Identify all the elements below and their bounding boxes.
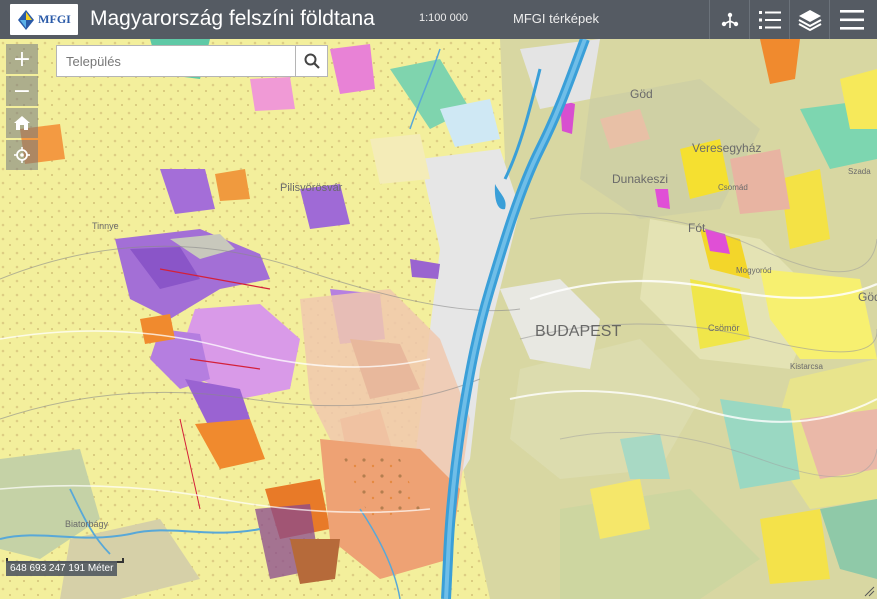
home-icon bbox=[14, 116, 30, 130]
map-controls: + − bbox=[6, 44, 38, 172]
resize-grip-icon[interactable] bbox=[863, 585, 875, 597]
legend-list-icon bbox=[759, 10, 781, 29]
zoom-out-button[interactable]: − bbox=[6, 76, 38, 106]
layers-button[interactable] bbox=[790, 0, 830, 39]
map-label-place: Szada bbox=[848, 167, 871, 176]
map-label-place: Fót bbox=[688, 221, 706, 235]
map-label-place: Kistarcsa bbox=[790, 362, 823, 371]
app-header: MFGI Magyarország felszíni földtana 1:10… bbox=[0, 0, 877, 39]
mfgi-maps-link[interactable]: MFGI térképek bbox=[513, 11, 599, 26]
search-input[interactable] bbox=[57, 46, 295, 76]
map-label-place: Csömör bbox=[708, 323, 740, 333]
home-button[interactable] bbox=[6, 108, 38, 138]
search-icon bbox=[304, 53, 320, 69]
locate-icon bbox=[14, 147, 30, 163]
map-label-place: Dunakeszi bbox=[612, 172, 668, 186]
map-label-place: Mogyoród bbox=[736, 266, 772, 275]
map-label-place: Veresegyház bbox=[692, 141, 761, 155]
map-label-place: Göd bbox=[630, 87, 653, 101]
share-button[interactable] bbox=[710, 0, 750, 39]
coordinates-readout: 648 693 247 191 Méter bbox=[6, 561, 118, 576]
menu-button[interactable] bbox=[830, 0, 874, 39]
locate-button[interactable] bbox=[6, 140, 38, 170]
mfgi-logo-icon bbox=[18, 9, 35, 30]
app-title: Magyarország felszíni földtana bbox=[90, 7, 375, 30]
scale-label: 1:100 000 bbox=[419, 12, 468, 24]
map-label-place: Csomád bbox=[718, 183, 748, 192]
menu-icon bbox=[840, 9, 864, 30]
map-label-place: Biatorbágy bbox=[65, 519, 109, 529]
settlement-search[interactable] bbox=[56, 45, 328, 77]
zoom-in-button[interactable]: + bbox=[6, 44, 38, 74]
search-button[interactable] bbox=[295, 46, 327, 76]
geology-map[interactable]: BUDAPEST Dunakeszi Veresegyház Fót Göd C… bbox=[0, 39, 877, 599]
share-icon bbox=[721, 12, 739, 28]
map-label-city: BUDAPEST bbox=[535, 323, 621, 340]
logo-text: MFGI bbox=[38, 12, 71, 26]
layers-icon bbox=[798, 9, 822, 31]
legend-button[interactable] bbox=[750, 0, 790, 39]
map-label-place: Gödöllő bbox=[858, 290, 877, 304]
geology-map-canvas[interactable]: BUDAPEST Dunakeszi Veresegyház Fót Göd C… bbox=[0, 39, 877, 599]
map-label-place: Pilisvörösvár bbox=[280, 182, 343, 194]
map-label-place: Tinnye bbox=[92, 221, 119, 231]
mfgi-logo[interactable]: MFGI bbox=[10, 4, 78, 35]
